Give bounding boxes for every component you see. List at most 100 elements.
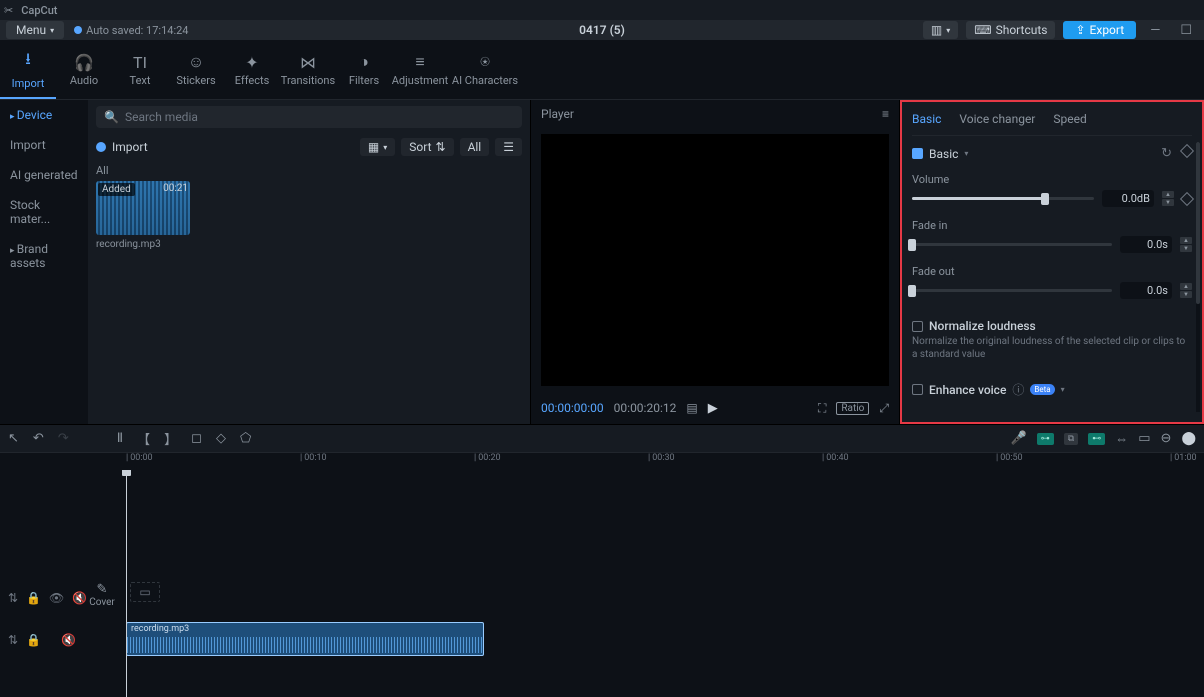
volume-value[interactable]: 0.0dB (1102, 190, 1154, 207)
view-toggle-button[interactable]: ▦▾ (360, 138, 395, 156)
visibility-icon[interactable]: 👁 (49, 591, 64, 605)
inspector-tab-basic[interactable]: Basic (912, 112, 941, 126)
export-button[interactable]: ⇪Export (1063, 21, 1136, 39)
sort-icon[interactable]: ⇅ (8, 591, 18, 605)
undo-button[interactable]: ↶ (33, 431, 44, 446)
layout-button[interactable]: ▥▾ (923, 21, 958, 39)
playhead[interactable] (126, 470, 127, 697)
fadein-slider[interactable] (912, 243, 1112, 246)
mute-icon[interactable]: 🔇 (72, 591, 87, 605)
minimize-button[interactable]: — (1144, 23, 1166, 38)
compare-icon[interactable]: ▤ (686, 401, 697, 415)
media-clip[interactable]: Added 00:21 recording.mp3 (96, 181, 190, 250)
filter-button[interactable]: ☰ (495, 138, 522, 156)
keyboard-icon: ⌨ (974, 23, 991, 37)
filter-all-button[interactable]: All (460, 138, 490, 156)
fadeout-slider[interactable] (912, 289, 1112, 292)
topnav-effects[interactable]: ✦Effects (224, 40, 280, 99)
topnav-ai-characters[interactable]: ⍟AI Characters (448, 40, 522, 99)
import-button[interactable]: Import (96, 140, 148, 154)
asset-tab-stock-material[interactable]: Stock mater... (0, 190, 88, 234)
sort-icon[interactable]: ⇅ (8, 633, 18, 647)
topnav-stickers[interactable]: ☺Stickers (168, 40, 224, 99)
fadein-property: Fade in 0.0s ▲▼ (912, 219, 1192, 253)
inspector-tab-voice-changer[interactable]: Voice changer (959, 112, 1035, 126)
lock-icon[interactable]: 🔒 (26, 591, 41, 605)
ruler-tick: 00:00 (126, 453, 153, 463)
cover-button[interactable]: ✎Cover (88, 582, 116, 608)
basic-checkbox[interactable] (912, 148, 923, 159)
project-title[interactable]: 0417 (5) (579, 23, 625, 37)
topnav-filters[interactable]: ◑Filters (336, 40, 392, 99)
fullscreen-button[interactable]: ⤢ (879, 401, 889, 416)
volume-keyframe-icon[interactable] (1180, 191, 1194, 205)
magnet-icon[interactable]: ⊷ (1088, 433, 1105, 445)
keyframe-icon[interactable] (1180, 144, 1194, 158)
normalize-label: Normalize loudness (929, 319, 1036, 333)
topnav-text[interactable]: TIText (112, 40, 168, 99)
info-icon[interactable]: ⓘ (1012, 381, 1024, 398)
snap-icon[interactable]: ⇔ (1115, 431, 1128, 447)
lock-icon[interactable]: 🔒 (26, 633, 41, 647)
player-options-button[interactable]: ≡ (882, 107, 889, 121)
mirror-icon[interactable]: ⬠ (240, 431, 251, 446)
split-left-icon[interactable]: 【 (137, 429, 150, 448)
timeline-audio-clip[interactable]: recording.mp3 (126, 622, 484, 656)
fadeout-value[interactable]: 0.0s (1120, 282, 1172, 299)
split-icon[interactable]: Ⅱ (117, 431, 123, 446)
maximize-button[interactable]: ☐ (1174, 23, 1198, 38)
topnav-audio[interactable]: 🎧Audio (56, 40, 112, 99)
preview-icon[interactable]: ▭ (1138, 431, 1150, 446)
search-input[interactable]: 🔍Search media (96, 106, 522, 128)
mic-icon[interactable]: 🎤 (1011, 431, 1027, 446)
link-icon[interactable]: ⧉ (1064, 433, 1078, 445)
topnav-transitions[interactable]: ⋈Transitions (280, 40, 336, 99)
volume-slider[interactable] (912, 197, 1094, 200)
enhance-checkbox[interactable] (912, 384, 923, 395)
step-up[interactable]: ▲ (1162, 191, 1174, 198)
topnav-adjustment[interactable]: ≡Adjustment (392, 40, 448, 99)
redo-button[interactable]: ↷ (58, 431, 69, 446)
asset-tab-brand-assets[interactable]: Brand assets (0, 234, 88, 278)
topnav-import[interactable]: ⭳Import (0, 40, 56, 99)
player-viewport[interactable] (541, 134, 889, 386)
scale-icon[interactable]: ⛶ (818, 401, 826, 416)
volume-stepper[interactable]: ▲▼ (1162, 191, 1174, 206)
mute-icon[interactable]: 🔇 (61, 633, 76, 647)
sort-button[interactable]: Sort⇅ (401, 138, 453, 156)
inspector-tab-speed[interactable]: Speed (1053, 112, 1086, 126)
ratio-button[interactable]: Ratio (836, 402, 869, 415)
asset-tab-ai-generated[interactable]: AI generated (0, 160, 88, 190)
chevron-down-icon[interactable]: ▾ (1061, 385, 1065, 394)
shortcuts-button[interactable]: ⌨Shortcuts (966, 21, 1055, 39)
fadeout-stepper[interactable]: ▲▼ (1180, 283, 1192, 298)
asset-tab-import[interactable]: Import (0, 130, 88, 160)
timeline-tracks[interactable]: ⇅ 🔒 👁 🔇 ⇅ 🔒 • 🔇 ✎Cover ▭ recording.mp3 (0, 470, 1204, 697)
flip-icon[interactable]: ◇ (216, 431, 226, 446)
zoom-slider-knob[interactable]: ⬤ (1181, 431, 1196, 446)
transition-icon: ⋈ (300, 53, 316, 72)
split-right-icon[interactable]: 】 (164, 429, 177, 448)
fadein-stepper[interactable]: ▲▼ (1180, 237, 1192, 252)
clip-thumbnail[interactable]: Added 00:21 (96, 181, 190, 235)
inspector-scrollbar[interactable] (1196, 142, 1200, 412)
chevron-down-icon[interactable]: ▾ (964, 149, 968, 158)
empty-video-track[interactable]: ▭ (130, 582, 160, 602)
zoom-out-icon[interactable]: ⊖ (1161, 431, 1172, 446)
step-down[interactable]: ▼ (1180, 291, 1192, 298)
crop-icon[interactable]: ◻ (191, 431, 202, 446)
play-button[interactable]: ▶ (708, 401, 718, 416)
asset-tab-device[interactable]: Device (0, 100, 88, 130)
menu-button[interactable]: Menu ▾ (6, 21, 64, 39)
step-down[interactable]: ▼ (1162, 199, 1174, 206)
step-down[interactable]: ▼ (1180, 245, 1192, 252)
reset-icon[interactable]: ↻ (1161, 146, 1172, 161)
fadein-value[interactable]: 0.0s (1120, 236, 1172, 253)
normalize-checkbox[interactable] (912, 321, 923, 332)
step-up[interactable]: ▲ (1180, 237, 1192, 244)
step-up[interactable]: ▲ (1180, 283, 1192, 290)
scrollbar-thumb[interactable] (1196, 142, 1200, 304)
select-tool-icon[interactable]: ↖ (8, 431, 19, 446)
magnet-main-icon[interactable]: ⊶ (1037, 433, 1054, 445)
timeline-ruler[interactable]: 00:0000:1000:2000:3000:4000:5001:00 (0, 452, 1204, 470)
